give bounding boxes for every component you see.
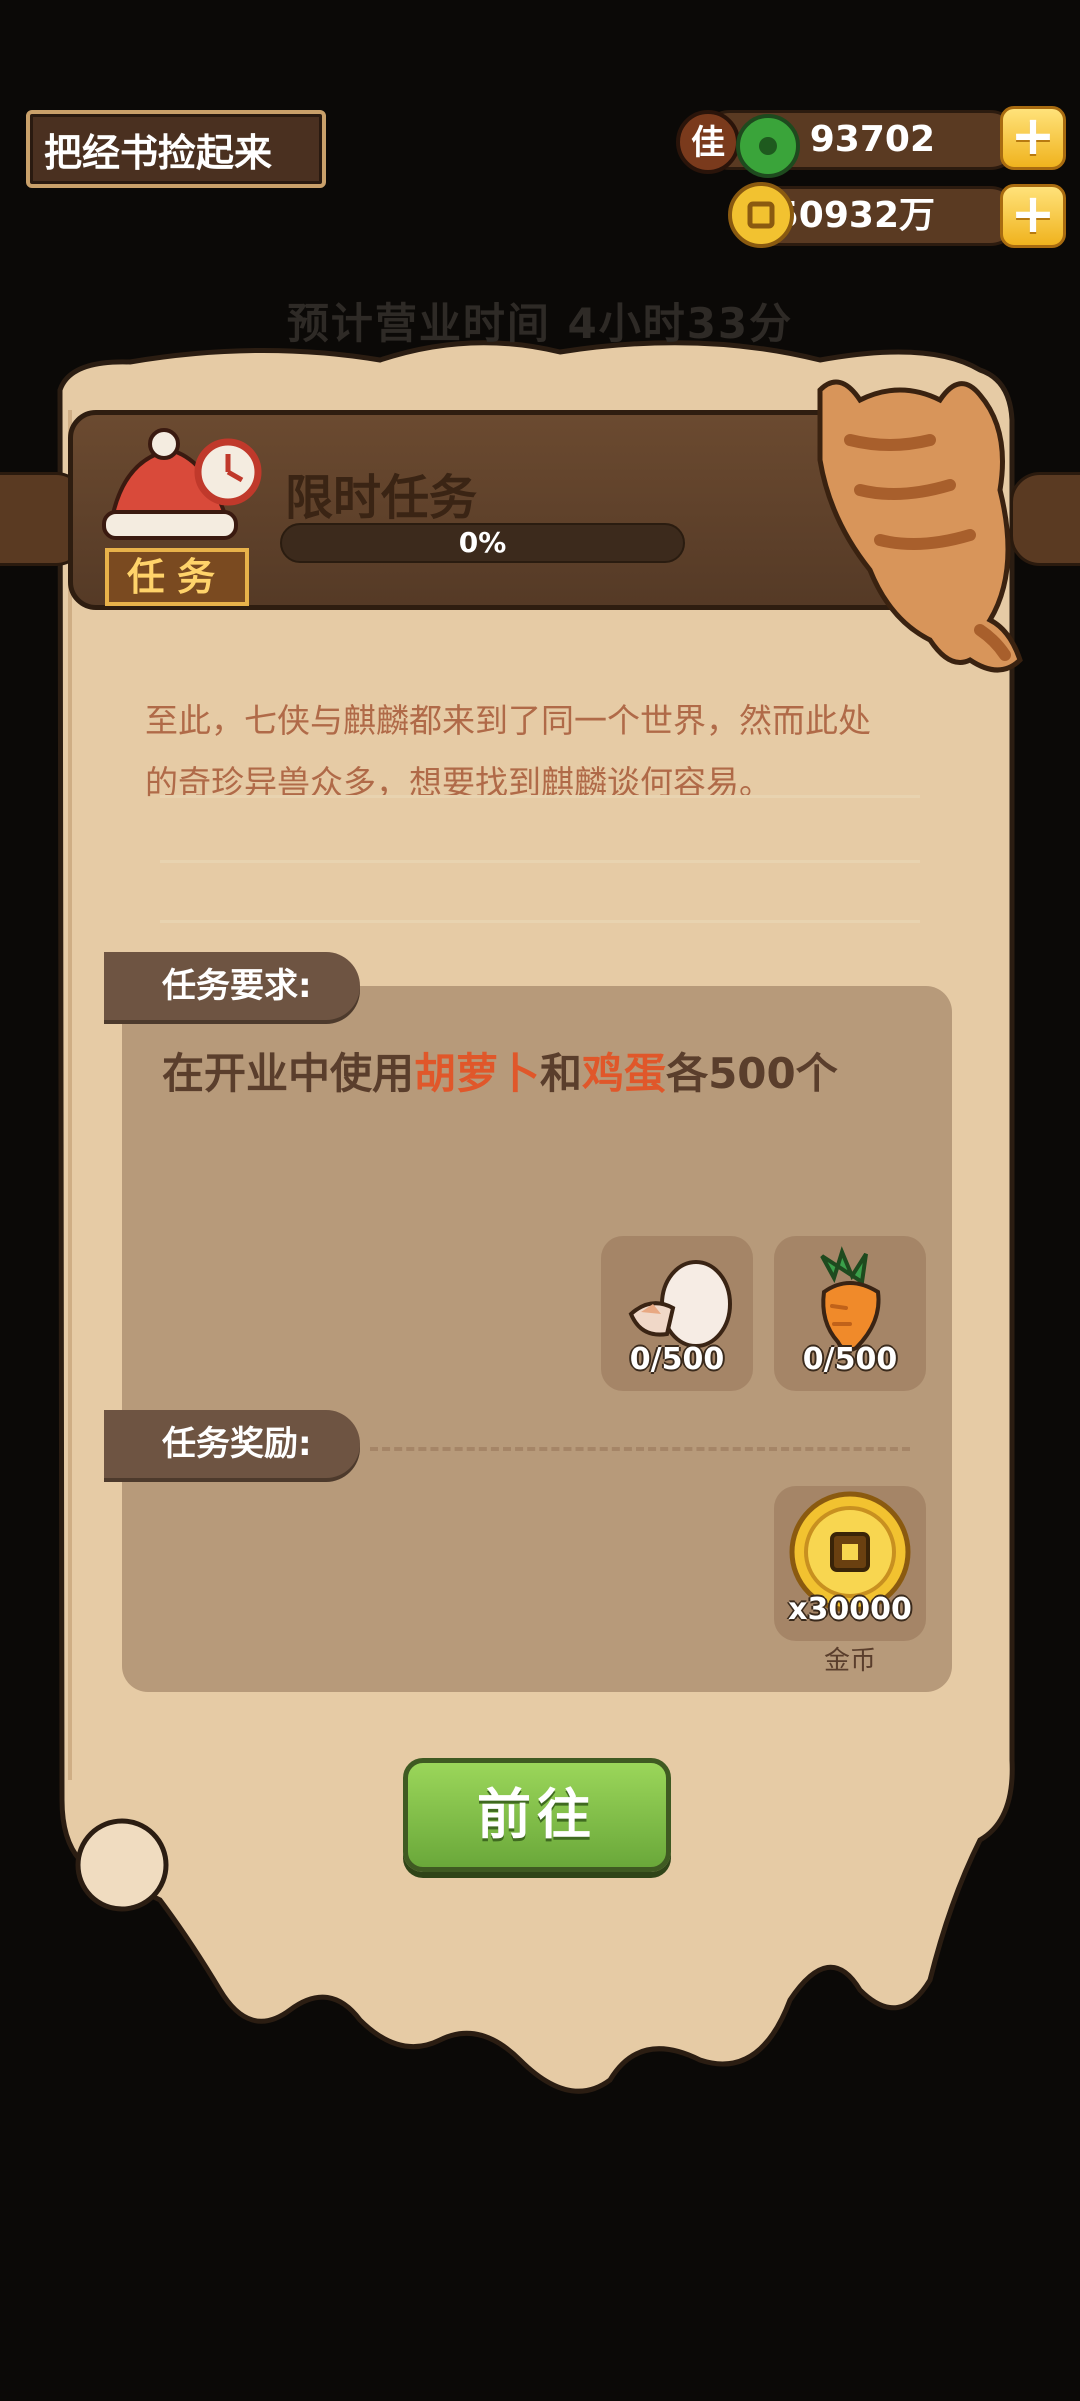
jade-icon: 佳 [676,110,800,178]
add-jade-button[interactable]: + [1000,106,1066,170]
cat-illustration [817,379,1023,673]
requirement-item-card[interactable]: 0/500 [601,1236,753,1391]
divider [160,860,920,863]
reward-name: 金币 [823,1646,876,1676]
requirement-item-card[interactable]: 0/500 [774,1236,926,1391]
divider [160,920,920,923]
add-gold-button[interactable]: + [1000,184,1066,248]
task-badge: 任务 [105,548,249,606]
go-button[interactable]: 前往 [403,1758,671,1872]
reward-item-card[interactable]: x30000 [774,1486,926,1641]
task-title: 限时任务 [285,470,478,526]
task-progress-text: 0% [458,526,507,559]
reward-count: x30000 [788,1592,912,1627]
divider [160,795,920,798]
task-progress-bar: 0% [280,523,685,563]
requirement-mid: 和 [540,1049,583,1098]
requirement-item-carrot: 胡萝卜 [414,1049,541,1098]
jade-label: 佳 [691,123,725,163]
quest-title[interactable]: 把经书捡起来 [26,110,326,188]
rewards-tag: 任务奖励: [104,1410,360,1478]
task-hat-clock-icon [102,428,262,540]
coin-icon [728,182,794,248]
task-description-line: 至此，七侠与麒麟都来到了同一个世界，然而此处 [145,701,871,740]
divider [370,1447,910,1451]
requirement-item-egg: 鸡蛋 [582,1049,667,1098]
task-description-line: 的奇珍异兽众多，想要找到麒麟谈何容易。 [145,763,772,802]
egg-count: 0/500 [629,1342,725,1377]
requirement-prefix: 在开业中使用 [162,1049,415,1098]
business-time-text: 预计营业时间 4小时33分 [286,299,794,348]
carrot-count: 0/500 [802,1342,898,1377]
requirement-suffix: 各500个 [666,1049,838,1098]
requirements-tag: 任务要求: [104,952,360,1020]
requirement-text: 在开业中使用胡萝卜和鸡蛋各500个 [162,1040,838,1101]
